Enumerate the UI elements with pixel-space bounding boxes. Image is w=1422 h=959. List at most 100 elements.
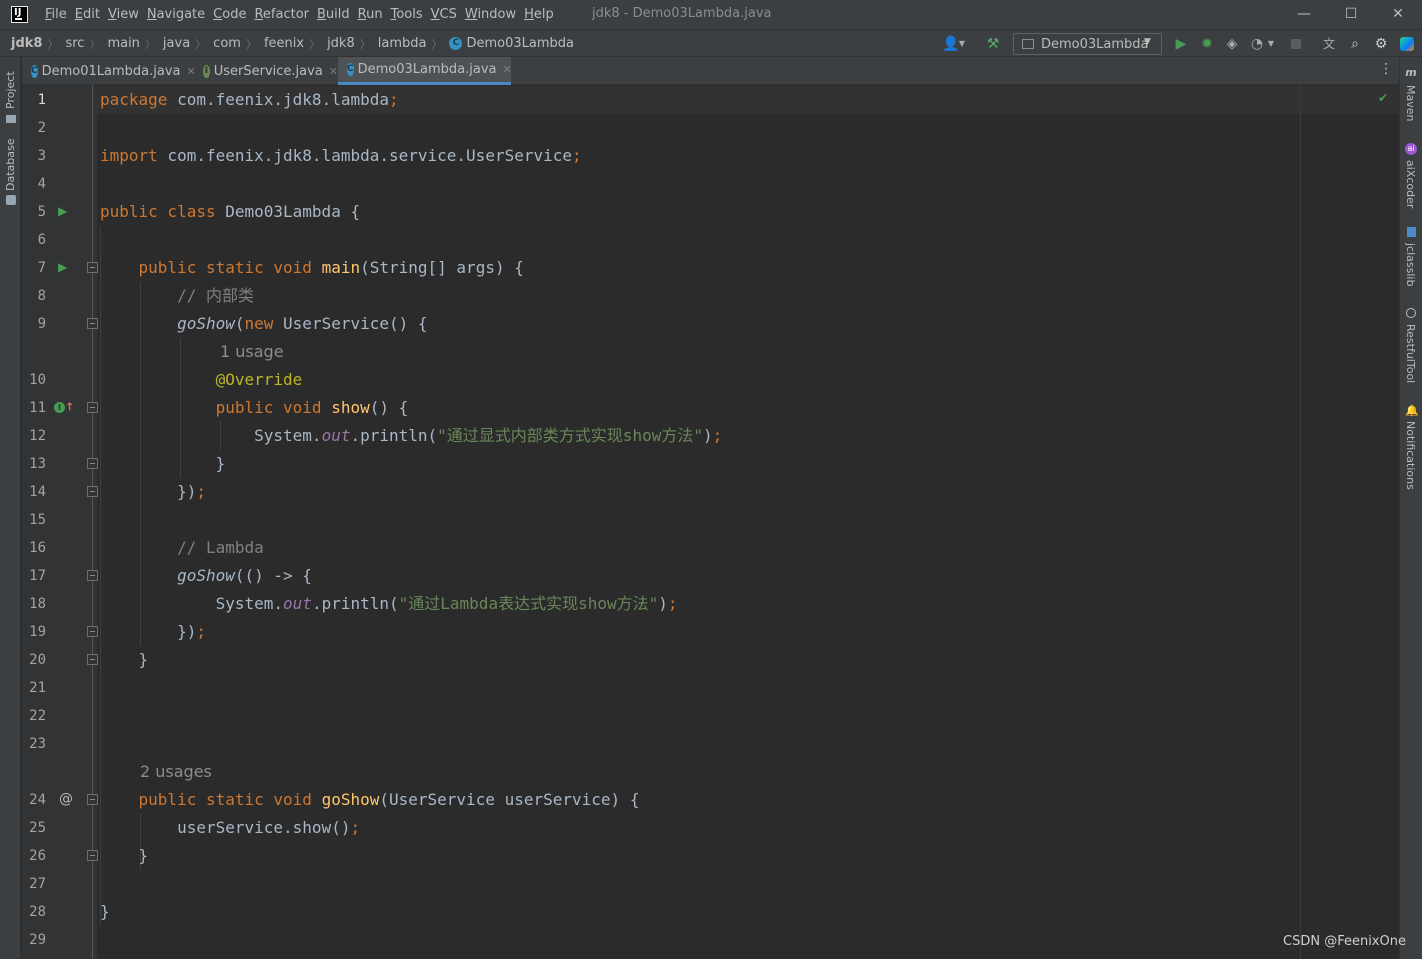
menu-navigate[interactable]: Navigate: [147, 7, 205, 22]
fold-marker[interactable]: [87, 654, 98, 665]
code-line: });: [100, 618, 206, 646]
intellij-logo-icon[interactable]: IJ: [11, 6, 28, 23]
line-number: 9: [37, 316, 46, 332]
build-hammer-icon[interactable]: ⚒: [984, 35, 1002, 53]
jetbrains-toolbox-icon[interactable]: [1398, 35, 1416, 53]
tool-window-database[interactable]: Database: [0, 139, 21, 209]
fold-marker[interactable]: [87, 794, 98, 805]
stop-button[interactable]: [1287, 35, 1305, 53]
navigation-bar: jdk8 〉 src 〉 main 〉 java 〉 com 〉 feenix 〉 jdk8…: [0, 29, 1422, 69]
profile-icon[interactable]: ◔: [1248, 35, 1266, 53]
code-line: System.out.println("通过显式内部类方式实现show方法");: [254, 426, 723, 445]
maximize-button[interactable]: ☐: [1328, 0, 1374, 29]
run-arrow-icon[interactable]: ▶: [58, 197, 67, 225]
menu-tools[interactable]: Tools: [391, 7, 423, 22]
bell-icon: 🔔: [1405, 404, 1419, 417]
breadcrumb-class[interactable]: Demo03Lambda: [466, 36, 574, 51]
line-number: 29: [29, 932, 46, 948]
close-window-button[interactable]: ✕: [1375, 0, 1421, 29]
chevron-right-icon: 〉: [195, 37, 207, 51]
usages-hint[interactable]: 2 usages: [140, 758, 212, 786]
menu-view[interactable]: View: [108, 7, 139, 22]
menu-help[interactable]: Help: [524, 7, 554, 22]
tool-window-project[interactable]: Project: [0, 65, 21, 125]
implemented-at-icon[interactable]: @: [59, 785, 73, 813]
chevron-down-icon[interactable]: ▼: [1266, 35, 1276, 53]
fold-marker[interactable]: [87, 570, 98, 581]
code-editor[interactable]: ✔ 1 2 3 4 5 6 7 8 9 10 11 12 13 14 15 16…: [22, 85, 1399, 959]
code-semicolon: ;: [389, 90, 399, 109]
line-number: 13: [29, 456, 46, 472]
tab-demo03lambda[interactable]: C Demo03Lambda.java ✕: [338, 57, 512, 85]
fold-marker[interactable]: [87, 458, 98, 469]
more-vertical-icon[interactable]: ⋮: [1379, 61, 1393, 77]
tab-userservice[interactable]: I UserService.java ✕: [194, 57, 338, 85]
breadcrumb-com[interactable]: com: [213, 36, 241, 51]
code-line: import com.feenix.jdk8.lambda.service.Us…: [100, 142, 582, 170]
menu-run[interactable]: Run: [358, 7, 383, 22]
close-icon[interactable]: ✕: [503, 63, 512, 76]
line-number: 12: [29, 428, 46, 444]
tab-demo01lambda[interactable]: C Demo01Lambda.java ✕: [22, 57, 196, 85]
code-keyword: public static void: [138, 790, 312, 809]
breadcrumb-project[interactable]: jdk8: [11, 36, 42, 51]
line-number: 20: [29, 652, 46, 668]
breadcrumb-lambda[interactable]: lambda: [378, 36, 427, 51]
code-lambda: (() -> {: [234, 566, 312, 585]
code-annotation: @Override: [215, 370, 303, 389]
right-tool-window-bar: m Maven ai aiXcoder jclasslib RestfulToo…: [1399, 57, 1422, 959]
java-class-icon: C: [449, 37, 463, 50]
fold-marker[interactable]: [87, 626, 98, 637]
breadcrumb-java[interactable]: java: [163, 36, 190, 51]
chevron-down-icon[interactable]: ▼: [957, 35, 967, 53]
fold-marker[interactable]: [87, 262, 98, 273]
code-semicolon: ;: [572, 146, 582, 165]
line-number: 28: [29, 904, 46, 920]
database-icon: [6, 195, 16, 205]
gear-icon[interactable]: ⚙: [1372, 35, 1390, 53]
code-keyword: new: [244, 314, 274, 333]
close-icon[interactable]: ✕: [329, 65, 338, 78]
breadcrumb-jdk8-package[interactable]: jdk8: [327, 36, 355, 51]
menu-vcs[interactable]: VCS: [431, 7, 457, 22]
coverage-shield-icon[interactable]: ◈: [1223, 35, 1241, 53]
fold-marker[interactable]: [87, 850, 98, 861]
menu-code[interactable]: Code: [213, 7, 246, 22]
line-number: 22: [29, 708, 46, 724]
maven-icon: m: [1405, 66, 1417, 79]
fold-marker[interactable]: [87, 318, 98, 329]
run-configuration-select[interactable]: Demo03Lambda ▼: [1013, 33, 1162, 55]
translate-icon[interactable]: 文A: [1320, 35, 1338, 69]
fold-marker[interactable]: [87, 402, 98, 413]
menu-edit[interactable]: Edit: [75, 7, 100, 22]
tool-window-jclasslib-label: jclasslib: [1404, 243, 1417, 287]
usages-hint[interactable]: 1 usage: [220, 338, 284, 366]
line-number: 4: [37, 176, 46, 192]
fold-marker[interactable]: [87, 486, 98, 497]
search-icon[interactable]: ⌕: [1346, 35, 1364, 53]
menu-file[interactable]: File: [45, 7, 67, 22]
run-arrow-icon[interactable]: ▶: [58, 253, 67, 281]
menu-window[interactable]: Window: [465, 7, 516, 22]
code-system: System.: [215, 594, 284, 613]
tool-window-maven-label: Maven: [1404, 85, 1417, 122]
tab-label: Demo03Lambda.java: [357, 62, 497, 77]
tool-window-aixcoder-label: aiXcoder: [1404, 160, 1417, 209]
check-icon[interactable]: ✔: [1378, 91, 1388, 105]
menu-refactor[interactable]: Refactor: [254, 7, 309, 22]
run-button[interactable]: ▶: [1172, 35, 1190, 53]
breadcrumb-src[interactable]: src: [65, 36, 84, 51]
debug-bug-icon[interactable]: ✹: [1198, 35, 1216, 53]
breadcrumb-main[interactable]: main: [107, 36, 139, 51]
java-interface-icon: I: [203, 64, 210, 78]
tool-window-database-label: Database: [4, 138, 17, 192]
code-method-name: show: [331, 398, 370, 417]
chevron-right-icon: 〉: [144, 37, 156, 51]
code-line: }: [100, 646, 149, 674]
implements-override-icon[interactable]: I ↑: [54, 393, 74, 422]
code-brace: }: [215, 454, 226, 473]
minimize-button[interactable]: —: [1281, 0, 1327, 29]
breadcrumb-feenix[interactable]: feenix: [264, 36, 304, 51]
line-number: 14: [29, 484, 46, 500]
menu-build[interactable]: Build: [317, 7, 350, 22]
